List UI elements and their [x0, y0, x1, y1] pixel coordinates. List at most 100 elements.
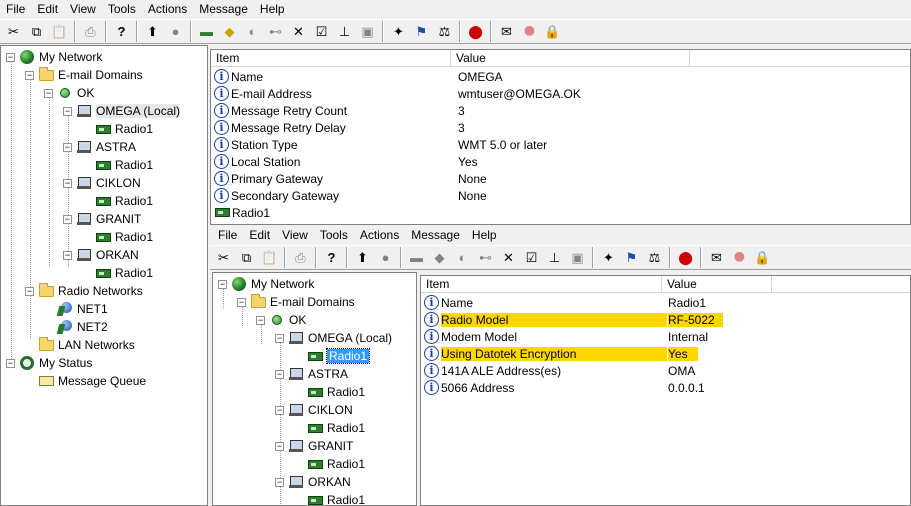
inset-detail-list[interactable]: Item Value i Name Radio1 i Radio Model RF-…	[420, 275, 911, 506]
properties-icon[interactable]: ☑	[310, 21, 333, 42]
list-row[interactable]: i Secondary Gateway None	[214, 187, 910, 204]
list-row-highlighted[interactable]: i Using Datotek Encryption Yes	[424, 345, 910, 362]
help-icon[interactable]: ?	[110, 21, 133, 42]
send-message-icon[interactable]: ✉	[495, 21, 518, 42]
disc-icon[interactable]: ●	[164, 21, 187, 42]
menu-view[interactable]: View	[276, 226, 314, 245]
tree-station-orkan[interactable]: − ORKAN	[63, 246, 139, 264]
cut-icon[interactable]: ✂	[2, 21, 25, 42]
tree-lan-networks[interactable]: LAN Networks	[38, 336, 135, 354]
lock-icon[interactable]: 🔒	[751, 247, 774, 268]
tree-message-queue[interactable]: Message Queue	[38, 372, 146, 390]
collapse-toggle[interactable]: −	[275, 477, 284, 487]
tree-station-omega[interactable]: − OMEGA (Local)	[275, 329, 392, 347]
traffic-light-icon[interactable]: ⬤	[464, 21, 487, 42]
antenna-icon[interactable]: ⊥	[333, 21, 356, 42]
list-row[interactable]: i Name OMEGA	[214, 68, 910, 85]
list-row[interactable]: i Modem Model Internal	[424, 328, 910, 345]
collapse-toggle[interactable]: −	[256, 315, 265, 325]
link-icon[interactable]: ⊷	[474, 247, 497, 268]
menu-tools[interactable]: Tools	[102, 0, 142, 19]
disc-icon[interactable]: ●	[374, 247, 397, 268]
tree-net2[interactable]: NET2	[57, 318, 108, 336]
list-row[interactable]: i Primary Gateway None	[214, 170, 910, 187]
network-icon[interactable]: ◐	[451, 247, 474, 268]
link-icon[interactable]: ⊷	[264, 21, 287, 42]
tree-radio[interactable]: Radio1	[95, 120, 153, 138]
tree-radio[interactable]: Radio1	[307, 455, 365, 473]
tree-station-orkan[interactable]: − ORKAN	[275, 473, 351, 491]
up-folder-icon[interactable]: ⬆	[351, 247, 374, 268]
copy-icon[interactable]: ⧉	[25, 21, 48, 42]
list-row[interactable]: i Local Station Yes	[214, 153, 910, 170]
tree-station-ciklon[interactable]: − CIKLON	[275, 401, 353, 419]
tree-email-domains[interactable]: − E-mail Domains	[237, 293, 355, 311]
tree-radio[interactable]: Radio1	[307, 419, 365, 437]
tree-station-granit[interactable]: − GRANIT	[63, 210, 141, 228]
delete-icon[interactable]: ✕	[287, 21, 310, 42]
delete-icon[interactable]: ✕	[497, 247, 520, 268]
tree-domain-ok[interactable]: − OK	[44, 84, 94, 102]
collapse-toggle[interactable]: −	[63, 214, 72, 224]
tree-radio-selected[interactable]: Radio1	[307, 347, 371, 365]
stop-icon[interactable]: ⯃	[518, 21, 541, 42]
menu-actions[interactable]: Actions	[142, 0, 193, 19]
inset-tree-panel[interactable]: − My Network − E-mail Domains − OK − OME…	[212, 272, 417, 506]
column-header-item[interactable]: Item	[211, 50, 451, 66]
paste-icon[interactable]: 📋	[258, 247, 281, 268]
help-icon[interactable]: ?	[320, 247, 343, 268]
menu-message[interactable]: Message	[405, 226, 466, 245]
tree-station-ciklon[interactable]: − CIKLON	[63, 174, 141, 192]
print-icon[interactable]: ⎙	[79, 21, 102, 42]
tree-radio[interactable]: Radio1	[95, 156, 153, 174]
collapse-toggle[interactable]: −	[6, 358, 15, 368]
tree-station-granit[interactable]: − GRANIT	[275, 437, 353, 455]
menu-edit[interactable]: Edit	[31, 0, 64, 19]
column-header-value[interactable]: Value	[662, 276, 772, 292]
tree-my-network[interactable]: − My Network	[6, 48, 102, 66]
collapse-toggle[interactable]: −	[63, 178, 72, 188]
tree-domain-ok[interactable]: − OK	[256, 311, 306, 329]
modem-icon[interactable]: ▣	[566, 247, 589, 268]
collapse-toggle[interactable]: −	[6, 52, 15, 62]
collapse-toggle[interactable]: −	[275, 369, 284, 379]
menu-tools[interactable]: Tools	[314, 226, 354, 245]
traffic-light-icon[interactable]: ⬤	[674, 247, 697, 268]
wand-icon[interactable]: ✦	[597, 247, 620, 268]
radio-icon[interactable]: ▬	[195, 21, 218, 42]
print-icon[interactable]: ⎙	[289, 247, 312, 268]
tree-radio[interactable]: Radio1	[95, 192, 153, 210]
menu-edit[interactable]: Edit	[243, 226, 276, 245]
list-row[interactable]: i 141A ALE Address(es) OMA	[424, 362, 910, 379]
connect-icon[interactable]: ◆	[428, 247, 451, 268]
list-row[interactable]: i 5066 Address 0.0.0.1	[424, 379, 910, 396]
modem-icon[interactable]: ▣	[356, 21, 379, 42]
list-row[interactable]: i Message Retry Count 3	[214, 102, 910, 119]
list-row[interactable]: i E-mail Address wmtuser@OMEGA.OK	[214, 85, 910, 102]
tree-radio[interactable]: Radio1	[307, 383, 365, 401]
tower-icon[interactable]: ⚑	[620, 247, 643, 268]
menu-message[interactable]: Message	[193, 0, 254, 19]
collapse-toggle[interactable]: −	[63, 106, 72, 116]
tree-station-astra[interactable]: − ASTRA	[63, 138, 136, 156]
tree-station-omega[interactable]: − OMEGA (Local)	[63, 102, 181, 120]
collapse-toggle[interactable]: −	[63, 142, 72, 152]
left-tree-panel[interactable]: − My Network − E-mail Domains − OK − OME…	[0, 45, 208, 506]
cut-icon[interactable]: ✂	[212, 247, 235, 268]
menu-file[interactable]: File	[212, 226, 243, 245]
tree-email-domains[interactable]: − E-mail Domains	[25, 66, 143, 84]
send-message-icon[interactable]: ✉	[705, 247, 728, 268]
list-row[interactable]: i Message Retry Delay 3	[214, 119, 910, 136]
list-row[interactable]: i Name Radio1	[424, 294, 910, 311]
collapse-toggle[interactable]: −	[275, 333, 284, 343]
collapse-toggle[interactable]: −	[44, 88, 53, 98]
wand-icon[interactable]: ✦	[387, 21, 410, 42]
tree-my-status[interactable]: − My Status	[6, 354, 92, 372]
collapse-toggle[interactable]: −	[275, 441, 284, 451]
list-row[interactable]: i Station Type WMT 5.0 or later	[214, 136, 910, 153]
menu-help[interactable]: Help	[254, 0, 291, 19]
tree-radio[interactable]: Radio1	[307, 491, 365, 505]
properties-icon[interactable]: ☑	[520, 247, 543, 268]
paste-icon[interactable]: 📋	[48, 21, 71, 42]
antenna-icon[interactable]: ⊥	[543, 247, 566, 268]
